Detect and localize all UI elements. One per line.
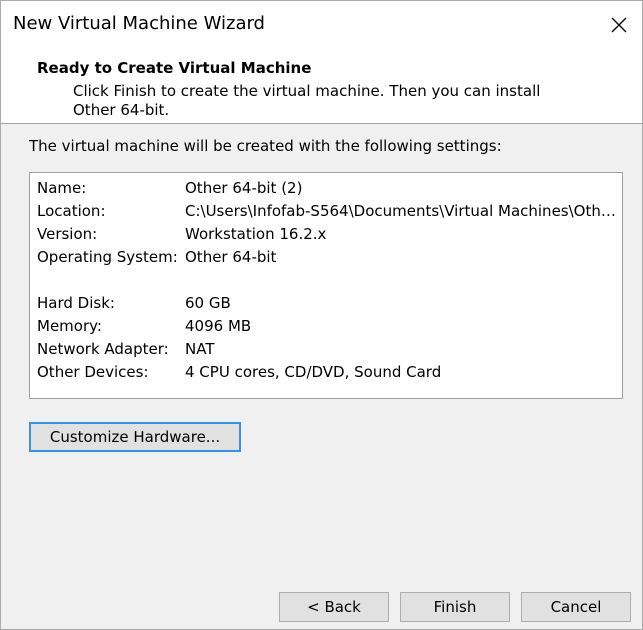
cancel-button[interactable]: Cancel (521, 592, 631, 622)
setting-value: C:\Users\Infofab-S564\Documents\Virtual … (185, 202, 621, 220)
setting-label: Network Adapter: (37, 340, 169, 358)
setting-value: Workstation 16.2.x (185, 225, 327, 243)
close-icon (611, 17, 627, 33)
settings-summary-box: Name: Other 64-bit (2) Location: C:\User… (29, 172, 623, 399)
page-description: Click Finish to create the virtual machi… (73, 82, 541, 119)
setting-label: Location: (37, 202, 106, 220)
setting-label: Hard Disk: (37, 294, 115, 312)
finish-button[interactable]: Finish (400, 592, 510, 622)
customize-hardware-button[interactable]: Customize Hardware... (29, 422, 241, 452)
setting-label: Version: (37, 225, 98, 243)
wizard-window: New Virtual Machine Wizard Ready to Crea… (0, 0, 643, 630)
setting-value: 4 CPU cores, CD/DVD, Sound Card (185, 363, 442, 381)
setting-value: NAT (185, 340, 215, 358)
setting-value: 4096 MB (185, 317, 252, 335)
window-title: New Virtual Machine Wizard (13, 13, 265, 34)
title-bar: New Virtual Machine Wizard (1, 1, 642, 49)
wizard-header: Ready to Create Virtual Machine Click Fi… (1, 49, 642, 124)
back-button[interactable]: < Back (279, 592, 389, 622)
setting-label: Name: (37, 179, 87, 197)
setting-value: Other 64-bit (185, 248, 277, 266)
setting-label: Operating System: (37, 248, 178, 266)
settings-intro-text: The virtual machine will be created with… (29, 137, 502, 155)
setting-label: Memory: (37, 317, 102, 335)
setting-label: Other Devices: (37, 363, 149, 381)
close-button[interactable] (596, 1, 642, 49)
page-title: Ready to Create Virtual Machine (37, 59, 312, 77)
setting-value: 60 GB (185, 294, 231, 312)
setting-value: Other 64-bit (2) (185, 179, 303, 197)
